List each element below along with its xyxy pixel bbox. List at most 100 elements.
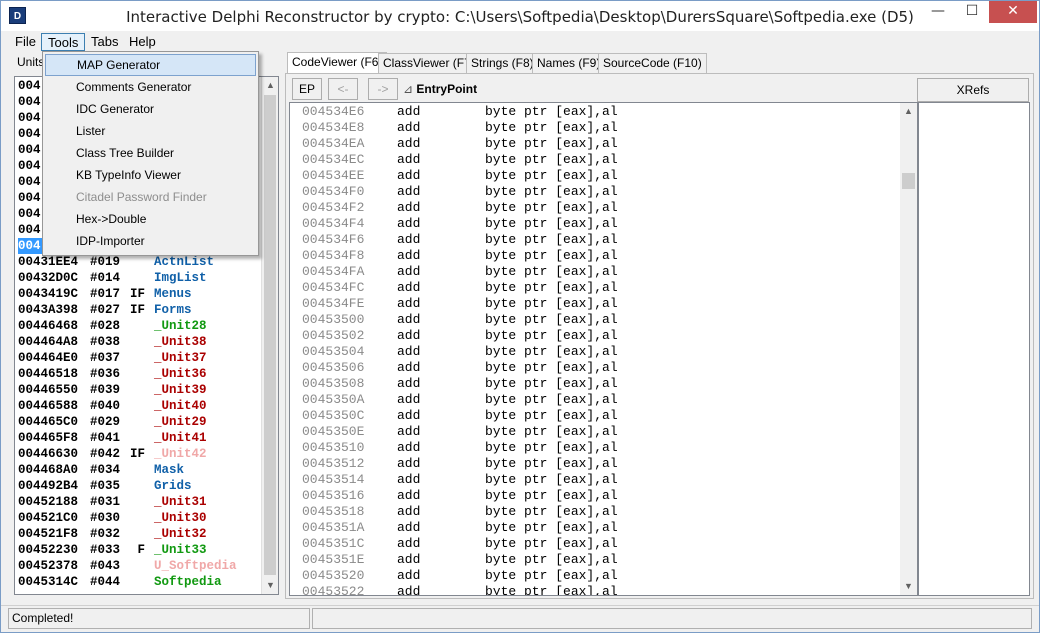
code-mnemonic: add <box>397 552 421 567</box>
unit-row[interactable]: 004 <box>18 158 41 174</box>
tab-codeviewer[interactable]: CodeViewer (F6) <box>287 52 388 74</box>
unit-row[interactable]: 004 <box>18 142 41 158</box>
code-operands: byte ptr [eax],al <box>485 536 618 551</box>
unit-row[interactable]: 004 <box>18 206 41 222</box>
tools-menu-item[interactable]: Class Tree Builder <box>45 142 256 164</box>
unit-name: Softpedia <box>154 575 222 589</box>
units-scrollbar[interactable]: ▲ ▼ <box>261 77 278 594</box>
unit-row[interactable]: 004521F8 #032 _Unit32 <box>18 526 207 542</box>
code-mnemonic: add <box>397 456 421 471</box>
code-address: 00453504 <box>302 344 365 359</box>
unit-row[interactable]: 004465F8 #041 _Unit41 <box>18 430 207 446</box>
unit-row[interactable]: 004 <box>18 126 41 142</box>
code-address: 00453500 <box>302 312 365 327</box>
unit-row[interactable]: 00452188 #031 _Unit31 <box>18 494 207 510</box>
unit-row[interactable]: 00452230 #033 F _Unit33 <box>18 542 207 558</box>
code-address: 00453508 <box>302 376 365 391</box>
code-address: 004534F6 <box>302 232 365 247</box>
unit-row[interactable]: 004 <box>18 238 42 254</box>
code-address: 0045350E <box>302 424 365 439</box>
unit-address: 00446588 <box>18 399 79 413</box>
tab-names[interactable]: Names (F9) <box>532 53 606 73</box>
unit-number: #037 <box>90 351 121 365</box>
unit-address: 00431EE4 <box>18 255 79 269</box>
maximize-button[interactable]: ☐ <box>955 1 989 23</box>
unit-row[interactable]: 004464A8 #038 _Unit38 <box>18 334 207 350</box>
unit-row[interactable]: 0043419C #017 IF Menus <box>18 286 192 302</box>
unit-row[interactable]: 00446588 #040 _Unit40 <box>18 398 207 414</box>
scroll-thumb[interactable] <box>264 95 276 575</box>
unit-row[interactable]: 004 <box>18 78 41 94</box>
unit-row[interactable]: 00446468 #028 _Unit28 <box>18 318 207 334</box>
menu-tools[interactable]: Tools <box>41 33 86 51</box>
unit-address: 00446550 <box>18 383 79 397</box>
menu-file[interactable]: File <box>9 33 42 51</box>
unit-name: _Unit33 <box>154 543 207 557</box>
code-address: 004534EA <box>302 136 365 151</box>
unit-row[interactable]: 00446550 #039 _Unit39 <box>18 382 207 398</box>
unit-row[interactable]: 0045314C #044 Softpedia <box>18 574 222 590</box>
code-operands: byte ptr [eax],al <box>485 136 618 151</box>
code-scroll-thumb[interactable] <box>902 173 915 189</box>
unit-address: 0043419C <box>18 287 79 301</box>
close-button[interactable]: ✕ <box>989 1 1037 23</box>
code-view[interactable]: 004534E6 add byte ptr [eax],al 004534E8 add b… <box>289 102 918 596</box>
title-bar[interactable]: D Interactive Delphi Reconstructor by cr… <box>1 1 1039 31</box>
unit-row[interactable]: 004492B4 #035 Grids <box>18 478 192 494</box>
menu-help[interactable]: Help <box>123 33 162 51</box>
menu-tabs[interactable]: Tabs <box>85 33 124 51</box>
code-operands: byte ptr [eax],al <box>485 184 618 199</box>
code-mnemonic: add <box>397 104 421 119</box>
tools-menu-item[interactable]: KB TypeInfo Viewer <box>45 164 256 186</box>
code-operands: byte ptr [eax],al <box>485 344 618 359</box>
code-scroll-down-icon[interactable]: ▼ <box>900 578 917 595</box>
xrefs-header[interactable]: XRefs <box>917 78 1029 102</box>
forward-button[interactable]: -> <box>368 78 398 100</box>
unit-address: 0043A398 <box>18 303 79 317</box>
tab-classviewer[interactable]: ClassViewer (F7) <box>378 53 480 73</box>
code-mnemonic: add <box>397 360 421 375</box>
unit-row[interactable]: 004464E0 #037 _Unit37 <box>18 350 207 366</box>
unit-row[interactable]: 004 <box>18 94 41 110</box>
code-mnemonic: add <box>397 536 421 551</box>
unit-address: 004 <box>18 79 41 93</box>
tab-sourcecode[interactable]: SourceCode (F10) <box>598 53 707 73</box>
unit-row[interactable]: 004 <box>18 174 41 190</box>
unit-row[interactable]: 004521C0 #030 _Unit30 <box>18 510 207 526</box>
unit-number: #031 <box>90 495 121 509</box>
tools-menu-item[interactable]: Lister <box>45 120 256 142</box>
unit-row[interactable]: 004 <box>18 110 41 126</box>
unit-row[interactable]: 00446518 #036 _Unit36 <box>18 366 207 382</box>
scroll-up-icon[interactable]: ▲ <box>262 77 278 94</box>
minimize-button[interactable]: — <box>921 1 955 23</box>
unit-number: #014 <box>90 271 121 285</box>
scroll-down-icon[interactable]: ▼ <box>262 577 278 594</box>
tools-menu-item[interactable]: Hex->Double <box>45 208 256 230</box>
xrefs-list[interactable] <box>918 102 1030 596</box>
code-scrollbar[interactable]: ▲ ▼ <box>900 103 917 595</box>
unit-row[interactable]: 00432D0C #014 ImgList <box>18 270 207 286</box>
code-mnemonic: add <box>397 424 421 439</box>
unit-row[interactable]: 004 <box>18 190 41 206</box>
ep-button[interactable]: EP <box>292 78 322 100</box>
code-scroll-up-icon[interactable]: ▲ <box>900 103 917 120</box>
unit-flags: IF <box>130 303 146 317</box>
code-mnemonic: add <box>397 392 421 407</box>
unit-row[interactable]: 00452378 #043 U_Softpedia <box>18 558 237 574</box>
back-button[interactable]: <- <box>328 78 358 100</box>
unit-row[interactable]: 00431EE4 #019 ActnList <box>18 254 214 270</box>
tools-menu-item[interactable]: Comments Generator <box>45 76 256 98</box>
code-address: 00453502 <box>302 328 365 343</box>
code-address: 004534FE <box>302 296 365 311</box>
tools-menu-item[interactable]: MAP Generator <box>45 54 256 76</box>
unit-row[interactable]: 004468A0 #034 Mask <box>18 462 184 478</box>
unit-row[interactable]: 004465C0 #029 _Unit29 <box>18 414 207 430</box>
code-operands: byte ptr [eax],al <box>485 376 618 391</box>
unit-row[interactable]: 004 <box>18 222 41 238</box>
code-mnemonic: add <box>397 136 421 151</box>
tab-strings[interactable]: Strings (F8) <box>466 53 539 73</box>
tools-menu-item[interactable]: IDC Generator <box>45 98 256 120</box>
tools-menu-item[interactable]: IDP-Importer <box>45 230 256 252</box>
unit-row[interactable]: 0043A398 #027 IF Forms <box>18 302 192 318</box>
unit-row[interactable]: 00446630 #042 IF _Unit42 <box>18 446 207 462</box>
